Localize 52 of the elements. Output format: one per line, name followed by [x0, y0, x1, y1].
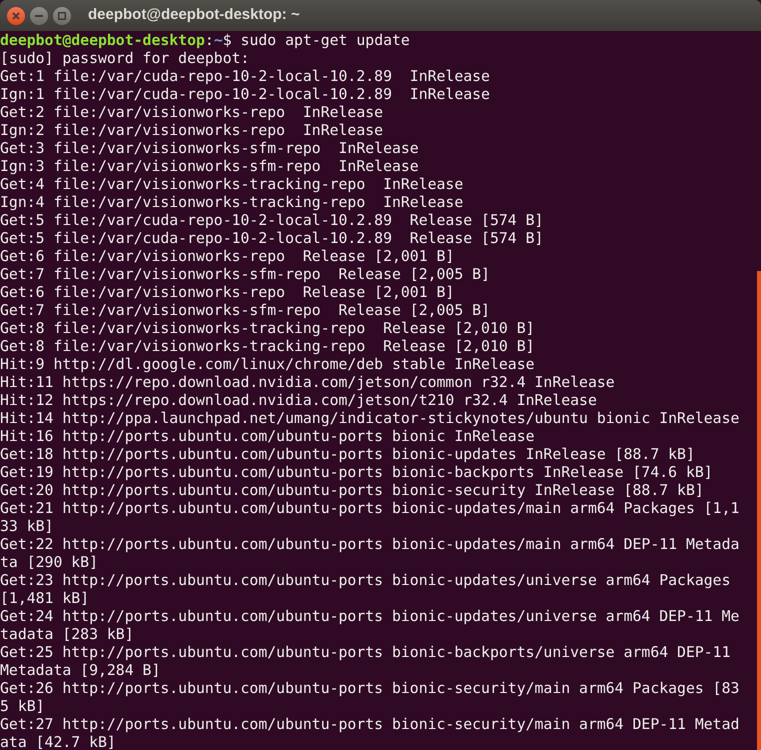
output-line: [1,481 kB] — [0, 590, 90, 608]
output-line: Get:24 http://ports.ubuntu.com/ubuntu-ports bionic-updates/universe arm64 DEP-11 Me — [0, 608, 740, 626]
close-icon — [12, 12, 20, 20]
output-line: [sudo] password for deepbot: — [0, 50, 250, 68]
output-line: 33 kB] — [0, 518, 54, 536]
output-line: Get:20 http://ports.ubuntu.com/ubuntu-ports bionic-security InRelease [88.7 kB] — [0, 482, 704, 500]
output-line: Metadata [9,284 B] — [0, 662, 160, 680]
output-line: Hit:12 https://repo.download.nvidia.com/jetson/t210 r32.4 InRelease — [0, 392, 597, 410]
scrollbar-thumb[interactable] — [757, 271, 761, 750]
output-line: Get:19 http://ports.ubuntu.com/ubuntu-ports bionic-backports InRelease [74.6 kB] — [0, 464, 713, 482]
output-line: Get:7 file:/var/visionworks-sfm-repo Release [2,005 B] — [0, 266, 490, 284]
prompt-symbol: $ — [222, 32, 232, 50]
output-line: Hit:14 http://ppa.launchpad.net/umang/indicator-stickynotes/ubuntu bionic InRelease — [0, 410, 740, 428]
output-line: Get:25 http://ports.ubuntu.com/ubuntu-ports bionic-backports/universe arm64 DEP-11 — [0, 644, 730, 662]
output-line: Hit:9 http://dl.google.com/linux/chrome/deb stable InRelease — [0, 356, 535, 374]
output-line: Ign:4 file:/var/visionworks-tracking-repo InRelease — [0, 194, 464, 212]
prompt-separator: : — [204, 32, 214, 50]
prompt-path: ~ — [214, 32, 223, 50]
output-line: Get:8 file:/var/visionworks-tracking-repo Release [2,010 B] — [0, 338, 535, 356]
command-text: sudo apt-get update — [240, 32, 410, 50]
output-line: Get:18 http://ports.ubuntu.com/ubuntu-ports bionic-updates InRelease [88.7 kB] — [0, 446, 695, 464]
output-line: Ign:3 file:/var/visionworks-sfm-repo InRelease — [0, 158, 419, 176]
output-line: Get:22 http://ports.ubuntu.com/ubuntu-ports bionic-updates/main arm64 DEP-11 Metada — [0, 536, 740, 554]
output-line: ata [42.7 kB] — [0, 734, 116, 750]
output-line: Get:1 file:/var/cuda-repo-10-2-local-10.2.89 InRelease — [0, 68, 490, 86]
output-line: tadata [283 kB] — [0, 626, 134, 644]
output-line: Ign:2 file:/var/visionworks-repo InRelease — [0, 122, 384, 140]
maximize-icon — [58, 12, 66, 20]
output-line: 5 kB] — [0, 698, 45, 716]
output-line: Get:3 file:/var/visionworks-sfm-repo InRelease — [0, 140, 419, 158]
output-line: Get:6 file:/var/visionworks-repo Release [2,001 B] — [0, 284, 454, 302]
window-title: deepbot@deepbot-desktop: ~ — [88, 5, 300, 26]
output-line: Get:8 file:/var/visionworks-tracking-repo Release [2,010 B] — [0, 320, 535, 338]
output-line: ta [290 kB] — [0, 554, 98, 572]
output-line: Ign:1 file:/var/cuda-repo-10-2-local-10.2.89 InRelease — [0, 86, 490, 104]
output-line: Hit:16 http://ports.ubuntu.com/ubuntu-ports bionic InRelease — [0, 428, 535, 446]
output-line: Hit:11 https://repo.download.nvidia.com/jetson/common r32.4 InRelease — [0, 374, 615, 392]
maximize-button[interactable] — [53, 6, 71, 24]
output-line: Get:27 http://ports.ubuntu.com/ubuntu-ports bionic-security/main arm64 DEP-11 Metad — [0, 716, 740, 734]
minimize-icon — [35, 14, 43, 16]
output-line: Get:23 http://ports.ubuntu.com/ubuntu-ports bionic-updates/universe arm64 Packages — [0, 572, 730, 590]
output-line: Get:7 file:/var/visionworks-sfm-repo Release [2,005 B] — [0, 302, 490, 320]
output-line: Get:5 file:/var/cuda-repo-10-2-local-10.2.89 Release [574 B] — [0, 212, 544, 230]
minimize-button[interactable] — [30, 6, 48, 24]
output-line: Get:5 file:/var/cuda-repo-10-2-local-10.2.89 Release [574 B] — [0, 230, 544, 248]
prompt-user-host: deepbot@deepbot-desktop — [0, 32, 205, 50]
output-line: Get:21 http://ports.ubuntu.com/ubuntu-ports bionic-updates/main arm64 Packages [1,1 — [0, 500, 740, 518]
output-line: Get:6 file:/var/visionworks-repo Release [2,001 B] — [0, 248, 454, 266]
close-button[interactable] — [7, 6, 25, 24]
output-line: Get:2 file:/var/visionworks-repo InRelease — [0, 104, 384, 122]
output-line: Get:26 http://ports.ubuntu.com/ubuntu-ports bionic-security/main arm64 Packages [83 — [0, 680, 740, 698]
output-line: Get:4 file:/var/visionworks-tracking-repo InRelease — [0, 176, 464, 194]
